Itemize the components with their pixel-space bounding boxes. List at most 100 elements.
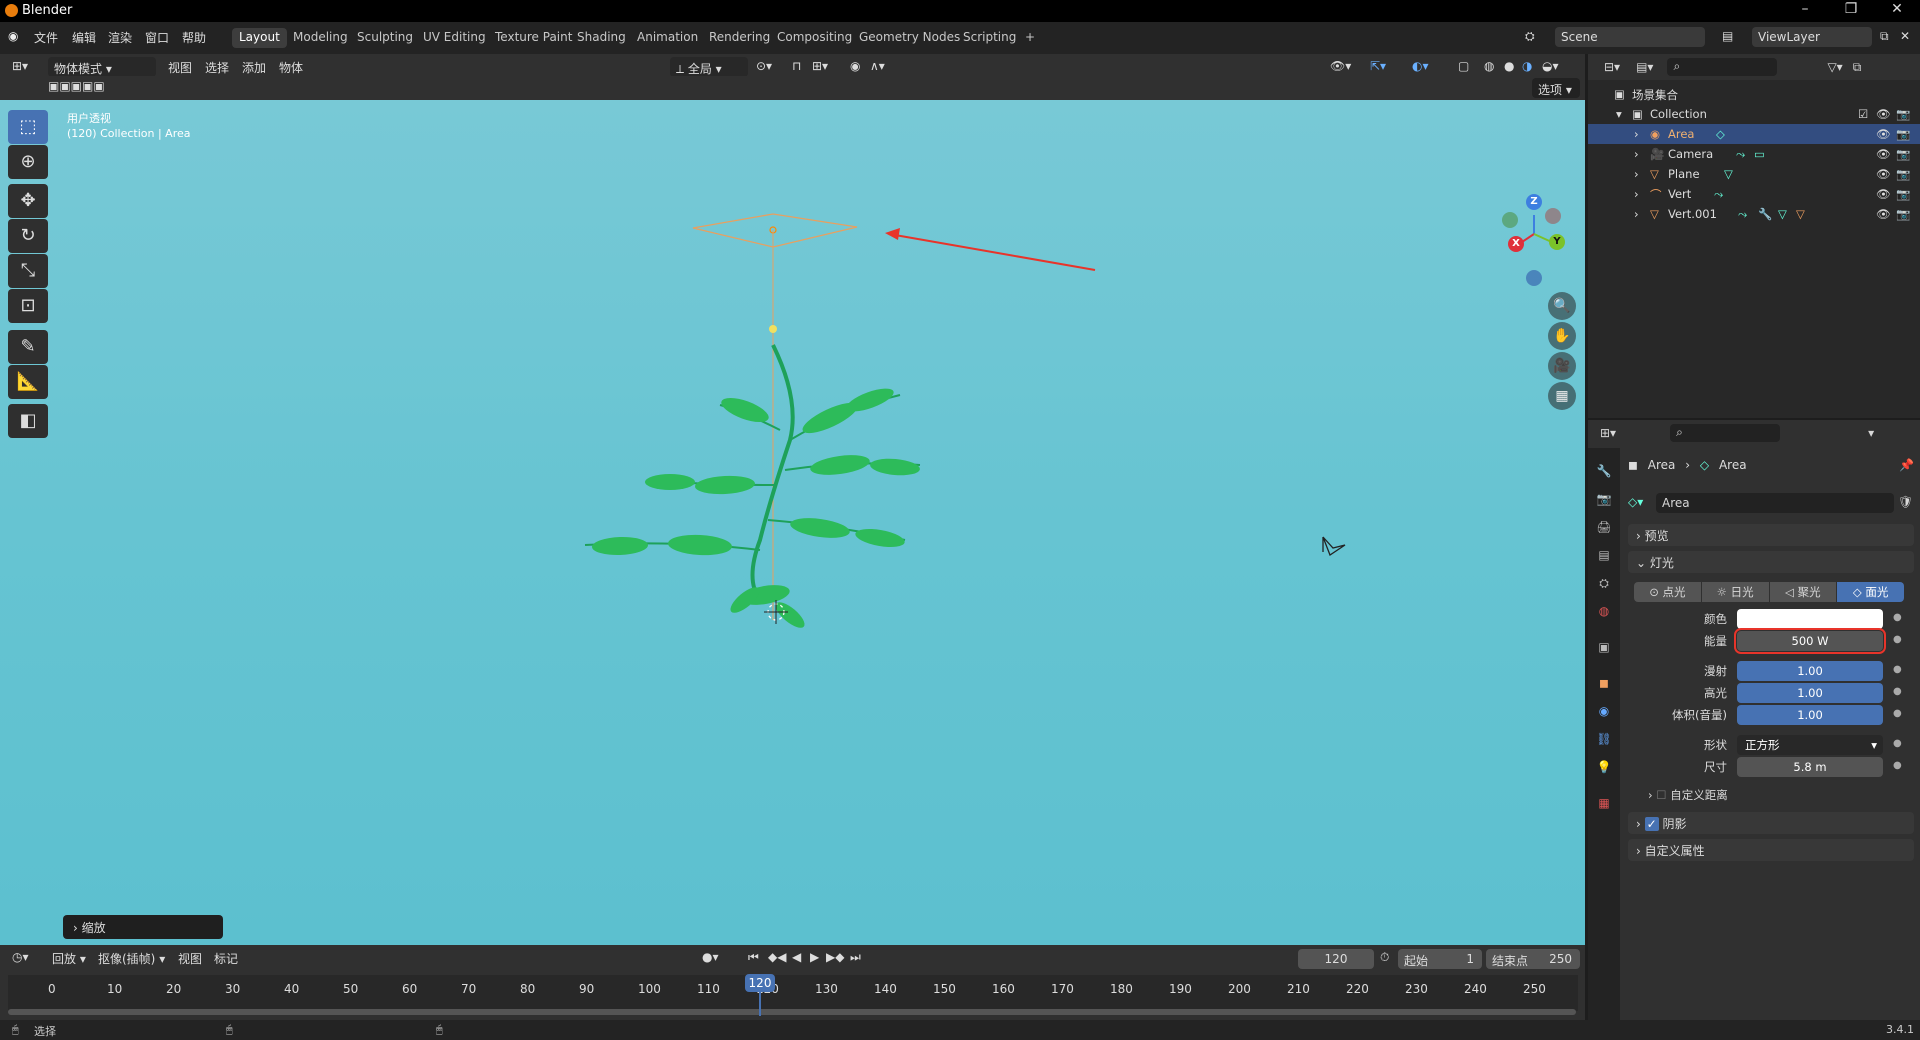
play-icon[interactable]: ▶ — [810, 950, 819, 964]
tab-layout[interactable]: Layout — [232, 28, 287, 48]
tab-texture-paint[interactable]: Texture Paint — [488, 28, 579, 48]
expand-arrow-icon[interactable]: › — [1634, 207, 1639, 221]
rendered-shading-icon[interactable]: ◒▾ — [1542, 59, 1559, 73]
eye-icon[interactable]: 👁 — [1876, 147, 1891, 161]
checkbox-icon[interactable]: ☑ — [1858, 107, 1868, 121]
camera-view-icon[interactable]: 🎥 — [1548, 352, 1576, 380]
tab-scripting[interactable]: Scripting — [956, 28, 1023, 48]
light-panel[interactable]: ⌄ 灯光 — [1628, 551, 1914, 573]
tab-modeling[interactable]: Modeling — [286, 28, 355, 48]
options-button[interactable]: 选项 ▾ — [1532, 78, 1580, 98]
diffuse-slider[interactable]: 1.00 — [1737, 661, 1883, 681]
tab-uv-editing[interactable]: UV Editing — [416, 28, 493, 48]
gizmo-y-axis[interactable]: Y — [1549, 234, 1565, 250]
constraint-icon[interactable]: ⤳ — [1736, 147, 1745, 162]
add-workspace-button[interactable]: + — [1018, 28, 1042, 48]
expand-arrow-icon[interactable]: › — [1634, 147, 1639, 161]
pan-hand-icon[interactable]: ✋ — [1548, 322, 1576, 350]
scene-collection-row[interactable]: ▣ 场景集合 — [1588, 84, 1920, 104]
start-frame-field[interactable]: 起始 1 — [1398, 949, 1482, 969]
menu-render[interactable]: 渲染 — [108, 29, 132, 46]
constraints-tab-icon[interactable]: ⛓ — [1596, 732, 1612, 748]
fake-user-shield-icon[interactable]: 🛡 — [1898, 495, 1913, 509]
shadow-checkbox-icon[interactable]: ✓ — [1644, 817, 1659, 831]
menu-object[interactable]: 物体 — [279, 59, 303, 76]
render-camera-icon[interactable]: 📷 — [1896, 167, 1910, 181]
xray-icon[interactable]: ▢ — [1458, 59, 1469, 73]
properties-options-icon[interactable]: ▾ — [1868, 426, 1874, 440]
outliner-item-vert001[interactable]: › ▽ Vert.001 ⤳ 🔧 ▽ ▽ 👁 📷 — [1588, 204, 1920, 224]
play-reverse-icon[interactable]: ◀ — [792, 950, 801, 964]
pin-icon[interactable]: 📌 — [1899, 458, 1914, 472]
menu-select[interactable]: 选择 — [205, 59, 229, 76]
data-name-field[interactable]: Area — [1656, 493, 1894, 513]
collection-tab-icon[interactable]: ▣ — [1596, 640, 1612, 656]
render-tab-icon[interactable]: 📷 — [1596, 492, 1612, 508]
menu-view[interactable]: 视图 — [178, 950, 202, 967]
outliner-item-camera[interactable]: › 🎥 Camera ⤳ ▭ 👁 📷 — [1588, 144, 1920, 164]
close-icon[interactable]: ✕ — [1882, 1, 1912, 17]
render-camera-icon[interactable]: 📷 — [1896, 207, 1910, 221]
record-icon[interactable]: ●▾ — [702, 950, 719, 964]
outliner-item-vert[interactable]: › ⌒ Vert ⤳ 👁 📷 — [1588, 184, 1920, 204]
keyframe-dot-icon[interactable]: ● — [1893, 612, 1902, 623]
falloff-icon[interactable]: ∧▾ — [870, 59, 885, 73]
collection-row[interactable]: ▾ ▣ Collection ☑ 👁 📷 — [1588, 104, 1920, 124]
pivot-icon[interactable]: ⊙▾ — [756, 59, 772, 73]
menu-add[interactable]: 添加 — [242, 59, 266, 76]
material-shading-icon[interactable]: ◑ — [1522, 59, 1532, 73]
filter-icon[interactable]: ▽▾ — [1827, 60, 1842, 74]
outliner-item-plane[interactable]: › ▽ Plane ▽ 👁 📷 — [1588, 164, 1920, 184]
eye-icon[interactable]: 👁 — [1876, 167, 1891, 181]
expand-arrow-icon[interactable]: › — [1634, 127, 1639, 141]
mode-select[interactable]: 物体模式 ▾ — [48, 57, 156, 77]
light-data-tab-icon[interactable]: 💡 — [1596, 760, 1612, 776]
light-type-area[interactable]: ◇ 面光 — [1837, 582, 1904, 602]
physics-tab-icon[interactable]: ◉ — [1596, 704, 1612, 720]
next-keyframe-icon[interactable]: ▶◆ — [826, 950, 844, 964]
tab-geometry-nodes[interactable]: Geometry Nodes — [852, 28, 967, 48]
gizmo-neg-z-axis[interactable] — [1526, 270, 1542, 286]
tab-shading[interactable]: Shading — [570, 28, 633, 48]
outliner-search-input[interactable]: ⌕ — [1667, 58, 1778, 76]
tab-rendering[interactable]: Rendering — [702, 28, 777, 48]
menu-edit[interactable]: 编辑 — [72, 29, 96, 46]
view-layer-icon[interactable]: ▤ — [1722, 29, 1733, 43]
expand-arrow-icon[interactable]: ▾ — [1616, 107, 1622, 121]
keyframe-dot-icon[interactable]: ● — [1893, 634, 1902, 645]
playhead-frame-indicator[interactable]: 120 — [745, 974, 775, 992]
timeline-track-area[interactable] — [8, 975, 1578, 1011]
keyframe-dot-icon[interactable]: ● — [1893, 738, 1902, 749]
light-data-icon[interactable]: ◇ — [1716, 127, 1725, 141]
visibility-icon[interactable]: 👁▾ — [1330, 59, 1351, 73]
curve-data-icon[interactable]: ⤳ — [1738, 207, 1747, 222]
mesh-data-icon[interactable]: ▽ — [1778, 207, 1787, 221]
stopwatch-icon[interactable]: ⏱ — [1380, 950, 1389, 965]
outliner-editor-type-icon[interactable]: ⊟▾ — [1604, 60, 1620, 74]
menu-help[interactable]: 帮助 — [182, 29, 206, 46]
tab-sculpting[interactable]: Sculpting — [350, 28, 420, 48]
world-tab-icon[interactable]: ◍ — [1596, 604, 1612, 620]
preview-panel[interactable]: › 预览 — [1628, 524, 1914, 546]
minimize-icon[interactable]: – — [1790, 1, 1820, 17]
mesh-data-icon[interactable]: ▽ — [1724, 167, 1733, 181]
size-field[interactable]: 5.8 m — [1737, 757, 1883, 777]
eye-icon[interactable]: 👁 — [1876, 127, 1891, 141]
energy-field[interactable]: 500 W — [1734, 628, 1886, 654]
tool-tab-icon[interactable]: 🔧 — [1596, 464, 1612, 480]
render-camera-icon[interactable]: 📷 — [1896, 147, 1910, 161]
keyframe-dot-icon[interactable]: ● — [1893, 686, 1902, 697]
render-camera-icon[interactable]: 📷 — [1896, 187, 1910, 201]
prev-keyframe-icon[interactable]: ◆◀ — [768, 950, 786, 964]
menu-marker[interactable]: 标记 — [214, 950, 238, 967]
new-collection-icon[interactable]: ⧉ — [1853, 60, 1862, 75]
operator-panel[interactable]: › 缩放 — [63, 915, 223, 939]
keyframe-dot-icon[interactable]: ● — [1893, 664, 1902, 675]
menu-window[interactable]: 窗口 — [145, 29, 169, 46]
custom-props-panel[interactable]: › 自定义属性 — [1628, 839, 1914, 861]
shadow-panel[interactable]: › ✓ 阴影 — [1628, 812, 1914, 834]
current-frame-field[interactable]: 120 — [1298, 949, 1374, 969]
color-swatch[interactable] — [1737, 609, 1883, 629]
children-icon[interactable]: ▽ — [1796, 207, 1805, 221]
light-type-spot[interactable]: ◁ 聚光 — [1769, 582, 1837, 602]
